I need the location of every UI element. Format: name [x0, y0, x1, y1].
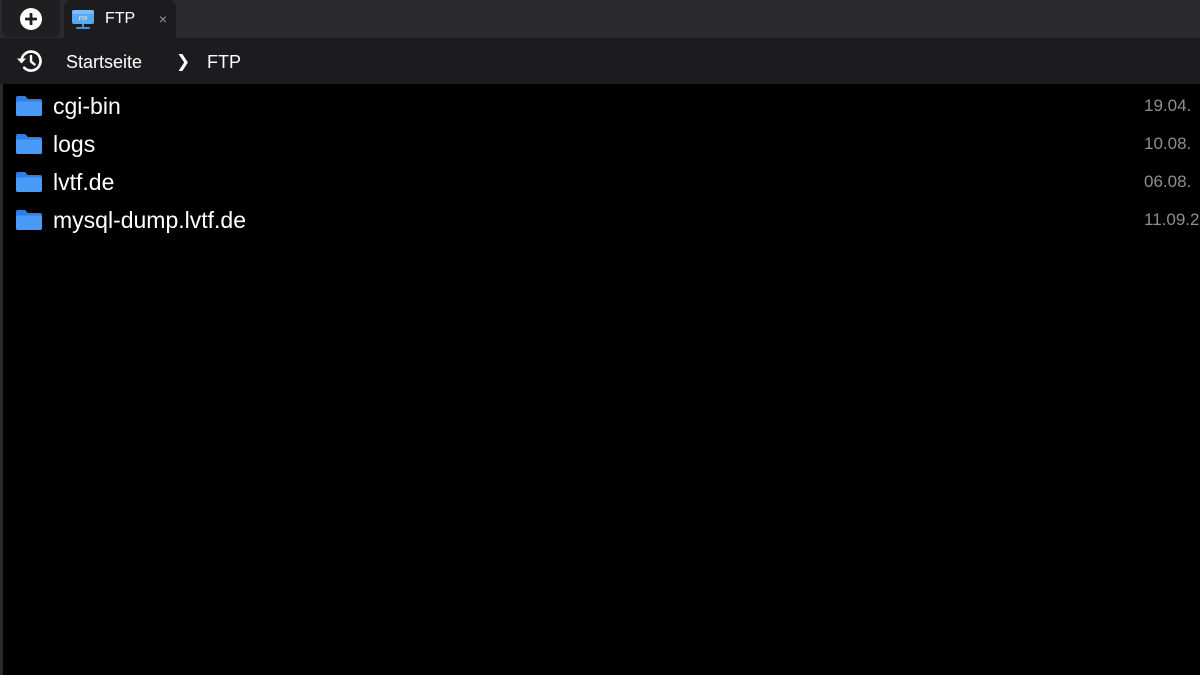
plus-circle-icon [19, 7, 43, 31]
breadcrumb-current[interactable]: FTP [207, 51, 241, 73]
list-item[interactable]: mysql-dump.lvtf.de 11.09.2 [3, 200, 1200, 238]
file-date: 06.08. [1144, 172, 1192, 191]
ftp-network-icon: FTP [72, 8, 94, 30]
list-item[interactable]: logs 10.08. [3, 124, 1200, 162]
file-date: 10.08. [1144, 134, 1192, 153]
file-date: 11.09.2 [1144, 210, 1200, 229]
file-name: lvtf.de [53, 169, 115, 195]
folder-icon [15, 209, 43, 231]
breadcrumb-separator-icon: ❯ [176, 52, 191, 71]
folder-icon [15, 133, 43, 155]
tab-label: FTP [105, 10, 136, 27]
file-list: cgi-bin 19.04. logs 10.08. lvtf.de 06.08 [3, 84, 1200, 675]
folder-icon [15, 171, 43, 193]
breadcrumb-home-link[interactable]: Startseite [66, 51, 142, 73]
svg-text:FTP: FTP [79, 17, 88, 23]
breadcrumb: Startseite ❯ FTP [0, 38, 1200, 84]
history-icon [15, 48, 45, 74]
list-item[interactable]: cgi-bin 19.04. [3, 86, 1200, 124]
tab-bar: FTP FTP × [0, 0, 1200, 38]
list-item[interactable]: lvtf.de 06.08. [3, 162, 1200, 200]
close-tab-icon[interactable]: × [159, 10, 167, 28]
folder-icon [15, 95, 43, 117]
new-tab-button[interactable] [2, 0, 60, 37]
file-date: 19.04. [1144, 96, 1192, 115]
history-button[interactable] [14, 47, 46, 75]
file-name: logs [53, 131, 96, 157]
file-name: mysql-dump.lvtf.de [53, 207, 247, 233]
file-manager-window: FTP FTP × Startseite ❯ FTP cgi-bin 19.04… [0, 0, 1200, 675]
file-name: cgi-bin [53, 93, 121, 119]
window-left-edge [0, 84, 3, 675]
tab-ftp[interactable]: FTP FTP × [64, 0, 176, 38]
